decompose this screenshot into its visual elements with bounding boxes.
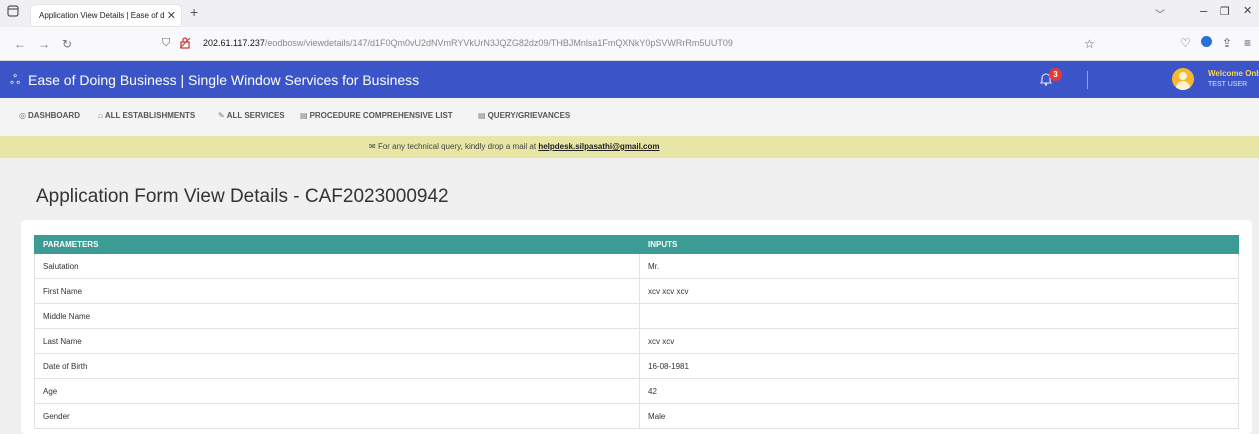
input-cell: 16-08-1981 [639, 353, 1239, 379]
parameter-cell: First Name [34, 278, 640, 304]
list-icon: ▤ [300, 111, 308, 120]
nav-item-all-establishments[interactable]: ⌂ ALL ESTABLISHMENTS [98, 111, 195, 120]
notice-banner: ✉ For any technical query, kindly drop a… [0, 136, 1259, 158]
reload-icon[interactable]: ↻ [62, 37, 72, 51]
avatar[interactable] [1172, 68, 1194, 90]
input-cell: 42 [639, 378, 1239, 404]
brand-title[interactable]: Ease of Doing Business | Single Window S… [28, 72, 419, 88]
nav-item-all-services[interactable]: ✎ ALL SERVICES [218, 111, 285, 120]
tab-title: Application View Details | Ease of d [39, 11, 165, 20]
details-table: PARAMETERS INPUTS Salutation Mr. First Na… [34, 235, 1239, 429]
forward-arrow-icon[interactable]: → [38, 37, 50, 51]
nav-item-dashboard[interactable]: ◎ DASHBOARD [19, 111, 80, 120]
parameter-cell: Age [34, 378, 640, 404]
tab-close-icon[interactable]: ✕ [167, 9, 176, 22]
menu-icon[interactable]: ≡ [1244, 36, 1251, 50]
wrench-icon: ✎ [218, 111, 225, 120]
dashboard-icon: ◎ [19, 111, 26, 120]
parameter-cell: Date of Birth [34, 353, 640, 379]
shield-icon: ⛉ [162, 37, 171, 49]
window-close-icon[interactable]: ✕ [1243, 4, 1252, 17]
extensions-icon[interactable]: ⇪ [1222, 36, 1232, 50]
table-row: Middle Name [34, 303, 1239, 329]
header-divider [1087, 71, 1088, 89]
input-cell [639, 303, 1239, 329]
parameter-cell: Last Name [34, 328, 640, 354]
input-cell: xcv xcv xcv [639, 278, 1239, 304]
browser-tab-strip: Application View Details | Ease of d ✕ +… [0, 0, 1259, 27]
main-nav-menu: ◎ DASHBOARD ⌂ ALL ESTABLISHMENTS ✎ ALL SERV… [0, 98, 1259, 136]
new-tab-icon[interactable]: + [190, 4, 198, 20]
helpdesk-email-link[interactable]: helpdesk.silpasathi@gmail.com [538, 142, 659, 151]
parameter-cell: Salutation [34, 253, 640, 279]
table-header-row: PARAMETERS INPUTS [34, 235, 1239, 254]
parameter-cell: Middle Name [34, 303, 640, 329]
url-text[interactable]: 202.61.117.237/eodbosw/viewdetails/147/d… [203, 38, 733, 48]
building-icon: ⌂ [98, 111, 103, 120]
window-restore-icon[interactable]: ❐ [1220, 5, 1230, 18]
table-row: Date of Birth 16-08-1981 [34, 353, 1239, 379]
bookmark-star-icon[interactable]: ☆ [1084, 37, 1095, 51]
page-title: Application Form View Details - CAF20230… [36, 186, 449, 207]
input-cell: xcv xcv [639, 328, 1239, 354]
user-name: TEST USER [1208, 81, 1248, 88]
list-icon: ▤ [478, 111, 486, 120]
browser-navigation-bar: ← → ↻ ⛉ 202.61.117.237/eodbosw/viewdetai… [0, 27, 1259, 61]
column-header-inputs: INPUTS [639, 235, 1239, 254]
table-row: Last Name xcv xcv [34, 328, 1239, 354]
table-row: Gender Male [34, 403, 1239, 429]
parameter-cell: Gender [34, 403, 640, 429]
back-arrow-icon[interactable]: ← [14, 37, 26, 51]
input-cell: Male [639, 403, 1239, 429]
table-row: First Name xcv xcv xcv [34, 278, 1239, 304]
table-row: Age 42 [34, 378, 1239, 404]
welcome-text[interactable]: Welcome Onboard [1208, 69, 1259, 78]
notice-text: For any technical query, kindly drop a m… [377, 142, 537, 151]
mail-icon: ✉ [369, 142, 376, 151]
tab-overflow-chevron-icon[interactable]: ﹀ [1155, 6, 1165, 21]
brand-logo-icon: ஃ [10, 72, 21, 87]
app-header: ஃ Ease of Doing Business | Single Window… [0, 61, 1259, 98]
firefox-account-icon[interactable] [1201, 36, 1212, 50]
column-header-parameters: PARAMETERS [34, 235, 640, 254]
input-cell: Mr. [639, 253, 1239, 279]
nav-item-query-grievances[interactable]: ▤ QUERY/GRIEVANCES [478, 111, 570, 120]
tab-list-icon[interactable] [6, 4, 22, 20]
details-card: PARAMETERS INPUTS Salutation Mr. First Na… [21, 220, 1252, 434]
insecure-lock-icon[interactable] [179, 37, 191, 52]
table-row: Salutation Mr. [34, 253, 1239, 279]
pocket-icon[interactable]: ♡ [1180, 36, 1191, 50]
address-bar[interactable]: ⛉ 202.61.117.237/eodbosw/viewdetails/147… [150, 32, 1110, 56]
window-minimize-icon[interactable]: – [1200, 3, 1207, 18]
nav-item-procedure-list[interactable]: ▤ PROCEDURE COMPREHENSIVE LIST [300, 111, 453, 120]
browser-tab-active[interactable]: Application View Details | Ease of d ✕ [31, 5, 181, 26]
notification-count-badge: 3 [1049, 68, 1062, 81]
